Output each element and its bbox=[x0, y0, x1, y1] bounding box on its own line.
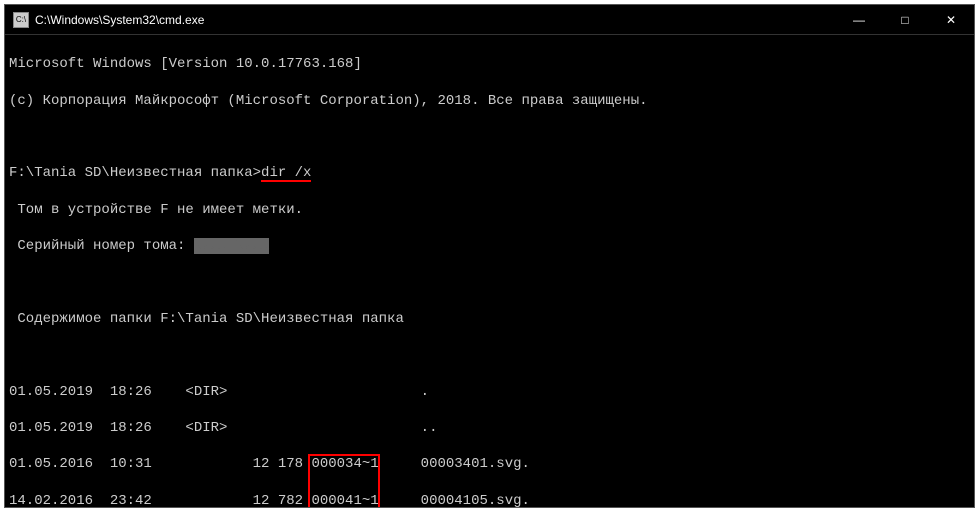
minimize-button[interactable]: — bbox=[836, 5, 882, 35]
blank-line bbox=[9, 346, 970, 364]
prompt-path: F:\Tania SD\Неизвестная папка> bbox=[9, 165, 261, 181]
row-right: 00004105.svg. bbox=[379, 493, 530, 507]
serial-line: Серийный номер тома: XXXX-XXXX bbox=[9, 237, 970, 255]
shortname: 000041~1 bbox=[311, 493, 378, 507]
row-left: 01.05.2016 10:31 12 178 bbox=[9, 456, 311, 472]
copyright-line: (c) Корпорация Майкрософт (Microsoft Cor… bbox=[9, 92, 970, 110]
close-icon: ✕ bbox=[946, 13, 956, 27]
serial-label: Серийный номер тома: bbox=[9, 238, 194, 254]
dir-row-file: 01.05.2016 10:31 12 178 000034~1 0000340… bbox=[9, 455, 970, 473]
window-title: C:\Windows\System32\cmd.exe bbox=[35, 13, 836, 27]
row-left: 14.02.2016 23:42 12 782 bbox=[9, 493, 311, 507]
terminal-output[interactable]: Microsoft Windows [Version 10.0.17763.16… bbox=[5, 35, 974, 507]
shortname: 000034~1 bbox=[311, 456, 378, 472]
close-button[interactable]: ✕ bbox=[928, 5, 974, 35]
row-right: 00003401.svg. bbox=[379, 456, 530, 472]
dir-row-dotdot: 01.05.2019 18:26 <DIR> .. bbox=[9, 419, 970, 437]
dir-row-dot: 01.05.2019 18:26 <DIR> . bbox=[9, 383, 970, 401]
titlebar[interactable]: C:\ C:\Windows\System32\cmd.exe — □ ✕ bbox=[5, 5, 974, 35]
blank-line bbox=[9, 128, 970, 146]
command-dir: dir /x bbox=[261, 166, 311, 182]
prompt-line-1: F:\Tania SD\Неизвестная папка>dir /x bbox=[9, 164, 970, 182]
version-line: Microsoft Windows [Version 10.0.17763.16… bbox=[9, 55, 970, 73]
minimize-icon: — bbox=[853, 13, 865, 27]
maximize-button[interactable]: □ bbox=[882, 5, 928, 35]
maximize-icon: □ bbox=[901, 13, 908, 27]
dir-row-file: 14.02.2016 23:42 12 782 000041~1 0000410… bbox=[9, 492, 970, 507]
blank-line bbox=[9, 273, 970, 291]
volume-line: Том в устройстве F не имеет метки. bbox=[9, 201, 970, 219]
content-header: Содержимое папки F:\Tania SD\Неизвестная… bbox=[9, 310, 970, 328]
serial-redacted: XXXX-XXXX bbox=[194, 238, 270, 254]
cmd-window: C:\ C:\Windows\System32\cmd.exe — □ ✕ Mi… bbox=[4, 4, 975, 508]
cmd-icon: C:\ bbox=[13, 12, 29, 28]
